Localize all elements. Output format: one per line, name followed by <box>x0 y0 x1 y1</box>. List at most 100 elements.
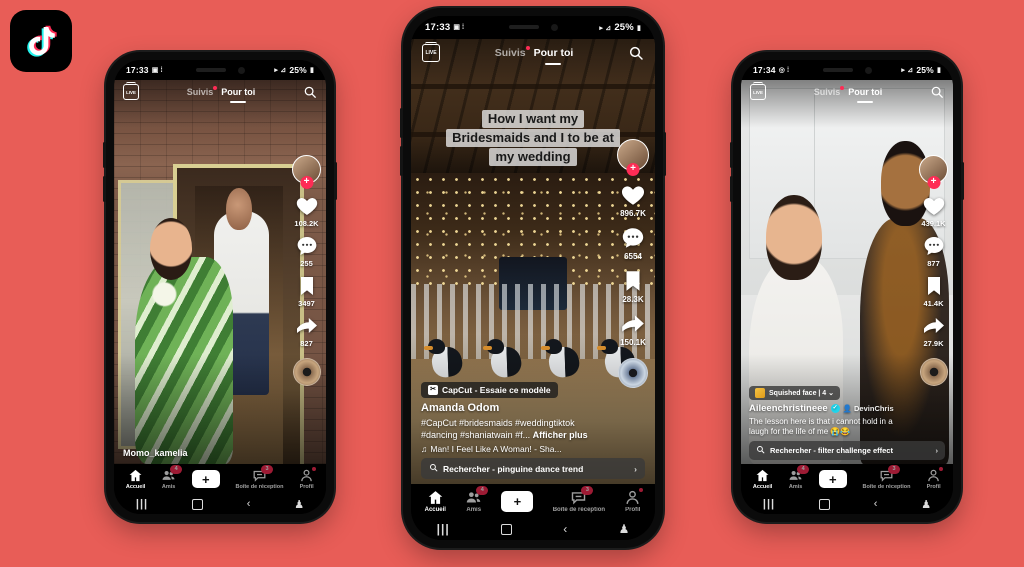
description-line-2: laugh for the life of me 😭😂 <box>749 427 851 437</box>
search-icon <box>756 445 765 456</box>
recents-button[interactable]: ||| <box>136 498 148 510</box>
accessibility-button[interactable]: ♟ <box>921 498 931 511</box>
author-avatar[interactable]: + <box>292 155 321 189</box>
live-icon[interactable]: LIVE <box>422 42 440 62</box>
share-arrow-icon <box>922 314 946 338</box>
power-button[interactable] <box>663 132 666 176</box>
bookmark-action[interactable]: 41.4K <box>922 274 946 308</box>
video-viewport[interactable]: LIVE Suivis Pour toi + <box>114 80 326 464</box>
follow-plus-icon[interactable]: + <box>927 176 940 189</box>
nav-profil[interactable]: Profil <box>926 466 944 490</box>
music-disc-icon[interactable] <box>919 358 948 386</box>
search-suggestion-bar[interactable]: Rechercher - filter challenge effect › <box>749 441 945 460</box>
comment-action[interactable]: 877 <box>922 234 946 268</box>
like-action[interactable]: 896.7K <box>620 182 646 218</box>
author-avatar[interactable]: + <box>617 139 649 176</box>
volume-up-button[interactable] <box>103 142 106 168</box>
bookmark-action[interactable]: 3497 <box>295 274 319 308</box>
power-button[interactable] <box>334 162 337 200</box>
author-username[interactable]: Amanda Odom <box>421 402 645 414</box>
device-notch <box>801 63 893 77</box>
signal-icon: ▸ ⊿ <box>901 67 914 74</box>
create-plus-icon[interactable]: + <box>815 470 850 488</box>
accessibility-button[interactable]: ♟ <box>619 522 630 536</box>
nav-amis[interactable]: 4 Amis <box>788 464 810 490</box>
nav-accueil[interactable]: Accueil <box>126 468 145 490</box>
tab-pour-toi[interactable]: Pour toi <box>534 47 574 59</box>
back-button[interactable]: ‹ <box>247 498 251 510</box>
tab-pour-toi[interactable]: Pour toi <box>221 87 255 97</box>
volume-up-button[interactable] <box>730 142 733 168</box>
tab-pour-toi[interactable]: Pour toi <box>848 87 882 97</box>
share-action[interactable]: 827 <box>295 314 319 348</box>
video-caption-sticker[interactable]: How I want my Bridesmaids and I to be at… <box>431 110 636 166</box>
create-plus-icon[interactable]: + <box>498 490 537 512</box>
nav-create[interactable]: + <box>815 470 850 488</box>
follow-plus-icon[interactable]: + <box>300 176 313 189</box>
nav-accueil[interactable]: Accueil <box>425 489 446 513</box>
create-plus-icon[interactable]: + <box>188 470 223 488</box>
share-action[interactable]: 150.1K <box>620 311 646 347</box>
phone-screen-center: 17:33 ▣ ⦙ ▸ ⊿ 25% ▮ LIVE Suivis Pour toi… <box>411 16 655 540</box>
tiktok-note-icon <box>27 25 57 57</box>
like-action[interactable]: 439.1K <box>921 194 946 228</box>
phone-screen-left: 17:33 ▣ ⦙ ▸ ⊿ 25% ▮ LIVE Suivis Pour toi… <box>114 60 326 514</box>
nav-inbox[interactable]: 3 Boîte de réception <box>862 464 910 490</box>
author-username-label: Amanda Odom <box>421 401 500 414</box>
show-more-link[interactable]: Afficher plus <box>533 430 588 440</box>
bookmark-action[interactable]: 28.3K <box>620 268 646 304</box>
nav-inbox[interactable]: 3 Boîte de réception <box>553 485 605 513</box>
search-icon[interactable] <box>930 85 944 99</box>
description-line-2: #dancing #shaniatwain #f... <box>421 429 531 440</box>
author-avatar[interactable]: + <box>919 155 948 189</box>
status-bar: 17:33 ▣ ⦙ ▸ ⊿ 25% ▮ <box>411 16 655 39</box>
comment-action[interactable]: 255 <box>295 234 319 268</box>
nav-inbox[interactable]: 3 Boîte de réception <box>235 464 283 490</box>
home-button[interactable] <box>191 498 203 510</box>
share-action[interactable]: 27.9K <box>922 314 946 348</box>
nav-amis[interactable]: 4 Amis <box>161 464 183 490</box>
nav-create[interactable]: + <box>188 470 223 488</box>
capcut-template-chip[interactable]: ✂ CapCut - Essaie ce modèle <box>421 381 558 398</box>
video-viewport[interactable]: LIVE Suivis Pour toi + <box>741 80 953 464</box>
nav-accueil[interactable]: Accueil <box>753 468 772 490</box>
author-username[interactable]: Aileenchristineee ✓ 👤 DevinChris <box>749 403 945 414</box>
tab-suivis[interactable]: Suivis <box>495 46 530 59</box>
author-username[interactable]: Momo_kamelia <box>123 448 188 458</box>
search-suggestion-text: Rechercher - filter challenge effect <box>770 446 893 455</box>
description-line-1: #CapCut #bridesmaids #weddingtiktok <box>421 417 575 428</box>
volume-down-button[interactable] <box>103 176 106 202</box>
description-line-1: The lesson here is that i cannot hold in… <box>749 416 893 426</box>
like-action[interactable]: 108.2K <box>294 194 319 228</box>
live-icon[interactable]: LIVE <box>750 82 766 100</box>
volume-down-button[interactable] <box>400 146 403 176</box>
tab-suivis[interactable]: Suivis <box>187 86 218 97</box>
follow-plus-icon[interactable]: + <box>626 163 640 176</box>
back-button[interactable]: ‹ <box>563 522 567 536</box>
search-icon[interactable] <box>303 85 317 99</box>
volume-up-button[interactable] <box>400 108 403 138</box>
live-icon[interactable]: LIVE <box>123 82 139 100</box>
search-icon[interactable] <box>628 45 644 61</box>
power-button[interactable] <box>961 162 964 200</box>
back-button[interactable]: ‹ <box>874 498 878 510</box>
nav-profil[interactable]: Profil <box>624 487 644 513</box>
search-suggestion-bar[interactable]: Rechercher - pinguine dance trend › <box>421 458 645 479</box>
music-disc-icon[interactable] <box>292 358 321 386</box>
effect-chip[interactable]: Squished face | 4 ⌄ <box>749 385 841 400</box>
recents-button[interactable]: ||| <box>763 498 775 510</box>
music-row[interactable]: ♫ Man! I Feel Like A Woman! - Sha... <box>421 444 645 454</box>
mention-tag[interactable]: 👤 DevinChris <box>843 404 894 413</box>
nav-create[interactable]: + <box>498 490 537 512</box>
volume-down-button[interactable] <box>730 176 733 202</box>
tab-suivis[interactable]: Suivis <box>814 86 845 97</box>
nav-amis[interactable]: 4 Amis <box>465 485 489 513</box>
video-viewport[interactable]: LIVE Suivis Pour toi How I want my Bride… <box>411 39 655 484</box>
accessibility-button[interactable]: ♟ <box>294 498 304 511</box>
home-button[interactable] <box>818 498 830 510</box>
recents-button[interactable]: ||| <box>437 522 450 536</box>
home-button[interactable] <box>501 523 512 535</box>
nav-profil[interactable]: Profil <box>299 466 317 490</box>
android-system-nav: ||| ‹ ♟ <box>114 494 326 514</box>
comment-action[interactable]: 6554 <box>620 225 646 261</box>
